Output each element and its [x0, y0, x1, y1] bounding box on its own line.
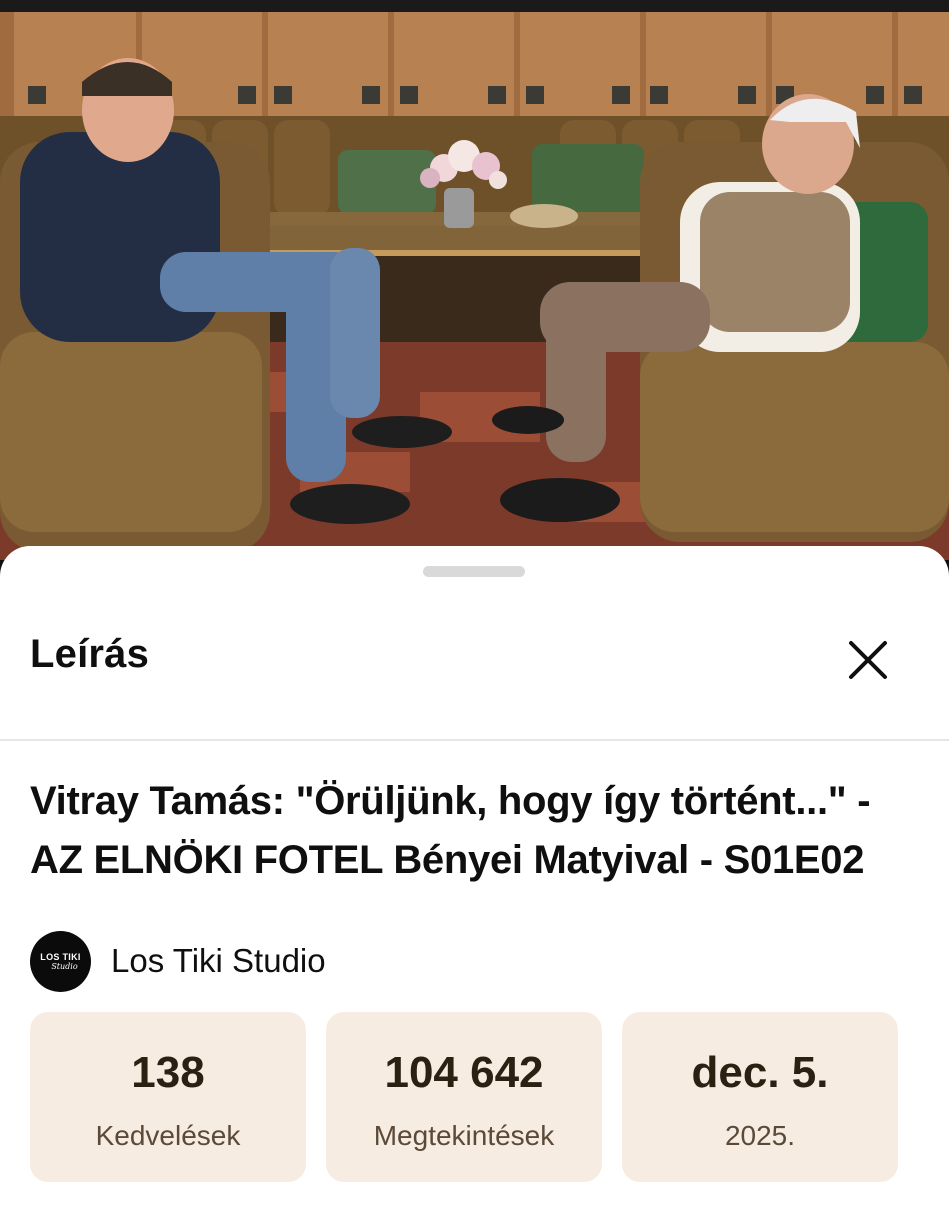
avatar[interactable]: LOS TIKI Studio	[30, 930, 91, 992]
avatar-logo-text: LOS TIKI	[40, 951, 81, 962]
video-thumbnail[interactable]	[0, 12, 949, 560]
divider	[0, 739, 949, 741]
top-status-strip	[0, 0, 949, 12]
close-button[interactable]	[836, 628, 900, 692]
video-title: Vitray Tamás: "Örüljünk, hogy így történ…	[30, 779, 871, 882]
avatar-logo-subtext: Studio	[51, 961, 78, 971]
close-icon	[849, 641, 887, 679]
stat-label: Megtekintések	[373, 1120, 555, 1151]
stat-label: Kedvelések	[95, 1120, 241, 1151]
stat-value: 104 642	[384, 1048, 544, 1097]
stat-value: 138	[131, 1048, 205, 1097]
stat-label: 2025.	[724, 1120, 796, 1151]
sheet-title: Leírás	[30, 632, 150, 676]
stat-likes: 138 Kedvelések	[30, 1012, 306, 1182]
stat-value: dec. 5.	[691, 1048, 829, 1097]
channel-name[interactable]: Los Tiki Studio	[111, 942, 326, 980]
drag-handle[interactable]	[423, 566, 525, 577]
stat-date: dec. 5. 2025.	[622, 1012, 898, 1182]
stat-views: 104 642 Megtekintések	[326, 1012, 602, 1182]
channel-row[interactable]: LOS TIKI Studio Los Tiki Studio	[30, 930, 326, 992]
stats-row: 138 Kedvelések 104 642 Megtekintések dec…	[30, 1012, 898, 1182]
interview-scene-illustration	[0, 12, 949, 560]
description-sheet: Leírás Vitray Tamás: "Örüljünk, hogy így…	[0, 546, 949, 1206]
